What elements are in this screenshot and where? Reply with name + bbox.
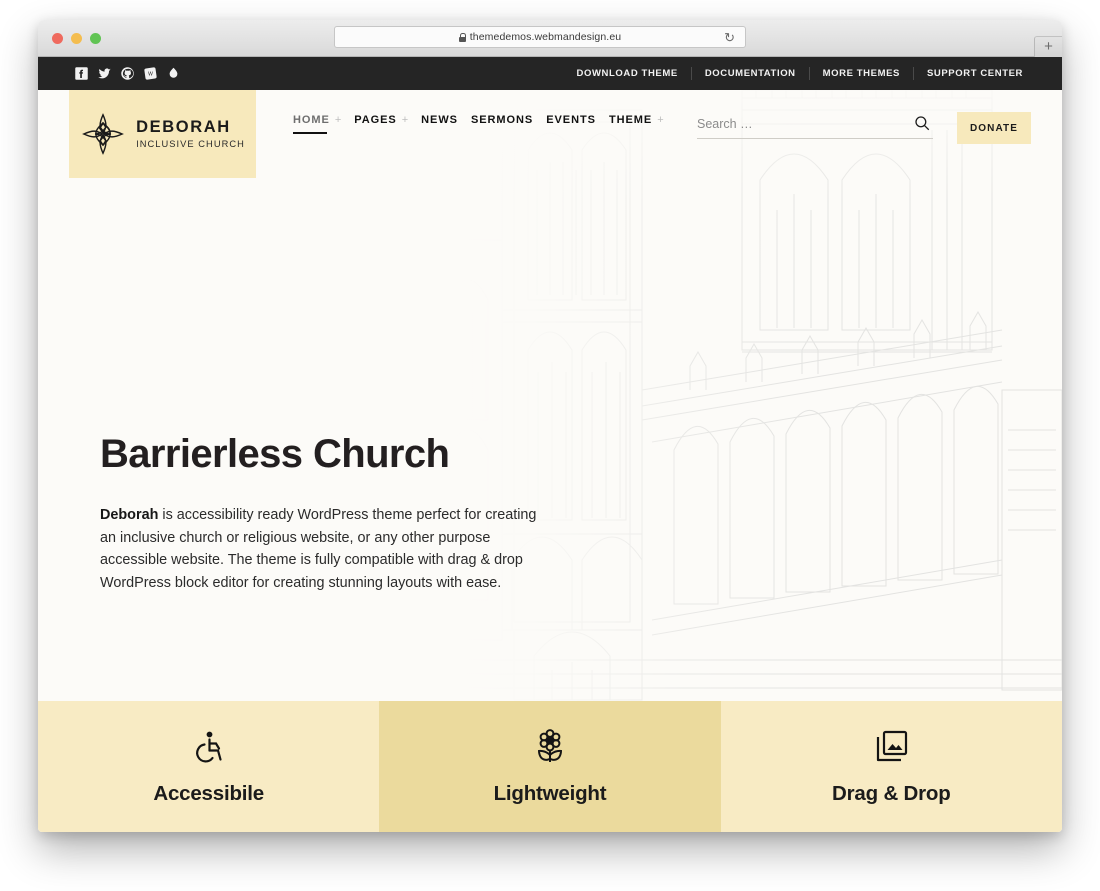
feature-label-accessibile: Accessibile	[153, 781, 264, 805]
reload-icon[interactable]: ↻	[724, 31, 735, 45]
page-title: Barrierless Church	[100, 432, 450, 476]
topbar-link-more-themes[interactable]: MORE THEMES	[808, 67, 913, 80]
nav-item-home[interactable]: HOME +	[293, 114, 341, 136]
nav-label-events: EVENTS	[546, 114, 596, 126]
hero-content: Barrierless Church Deborah is accessibil…	[38, 178, 1062, 594]
facebook-icon[interactable]	[74, 66, 89, 81]
nav-item-news[interactable]: NEWS	[421, 114, 458, 136]
feature-label-drag-and-drop: Drag & Drop	[832, 781, 951, 805]
nav-item-pages[interactable]: PAGES +	[354, 114, 408, 136]
logo-tagline: INCLUSIVE CHURCH	[136, 138, 245, 149]
nav-label-theme: THEME	[608, 114, 653, 126]
browser-window: themedemos.webmandesign.eu ↻ + W DOWNLOA…	[38, 20, 1062, 832]
hero-paragraph-bold: Deborah	[100, 507, 159, 523]
logo-text: DEBORAH INCLUSIVE CHURCH	[136, 119, 245, 149]
wheelchair-accessibility-icon	[190, 728, 228, 766]
wordpress-icon[interactable]: W	[143, 66, 158, 81]
chevron-plus-icon-home[interactable]: +	[335, 114, 341, 126]
topbar-link-download-theme[interactable]: DOWNLOAD THEME	[564, 67, 691, 80]
topbar-links: DOWNLOAD THEME DOCUMENTATION MORE THEMES…	[564, 67, 1036, 80]
feature-cards: Accessibile Lightweight Drag & Drop	[38, 701, 1062, 832]
site-header: DEBORAH INCLUSIVE CHURCH HOME + PAGES + …	[38, 90, 1062, 178]
social-links: W	[74, 66, 181, 81]
search-form	[697, 114, 933, 139]
feature-card-accessibile[interactable]: Accessibile	[38, 701, 380, 832]
chevron-plus-icon-theme[interactable]: +	[657, 114, 663, 126]
github-icon[interactable]	[120, 66, 135, 81]
browser-titlebar: themedemos.webmandesign.eu ↻ +	[38, 20, 1062, 57]
chevron-plus-icon-pages[interactable]: +	[402, 114, 408, 126]
nav-label-pages: PAGES	[354, 114, 397, 126]
topbar-link-documentation[interactable]: DOCUMENTATION	[690, 67, 809, 80]
nav-label-sermons: SERMONS	[470, 114, 534, 126]
topbar-link-support-center[interactable]: SUPPORT CENTER	[912, 67, 1036, 80]
nav-item-sermons[interactable]: SERMONS	[471, 114, 533, 136]
address-bar[interactable]: themedemos.webmandesign.eu ↻	[334, 26, 746, 48]
feature-label-lightweight: Lightweight	[493, 781, 607, 805]
site-topbar: W DOWNLOAD THEME DOCUMENTATION MORE THEM…	[38, 57, 1062, 90]
logo-name: DEBORAH	[136, 118, 231, 137]
droplet-icon[interactable]	[166, 66, 181, 81]
zoom-window-button[interactable]	[90, 33, 101, 44]
search-icon[interactable]	[913, 114, 931, 132]
hero-paragraph: Deborah is accessibility ready WordPress…	[100, 504, 552, 594]
feature-card-drag-and-drop[interactable]: Drag & Drop	[720, 701, 1062, 832]
header-right-group: DONATE	[697, 112, 1031, 144]
close-window-button[interactable]	[52, 33, 63, 44]
site-logo[interactable]: DEBORAH INCLUSIVE CHURCH	[69, 90, 256, 178]
address-bar-url: themedemos.webmandesign.eu	[469, 31, 622, 43]
donate-button[interactable]: DONATE	[957, 112, 1031, 144]
window-controls	[52, 33, 101, 44]
lock-icon	[458, 32, 467, 42]
nav-label-home: HOME	[293, 114, 330, 126]
feature-card-lightweight[interactable]: Lightweight	[379, 701, 721, 832]
minimize-window-button[interactable]	[71, 33, 82, 44]
search-input[interactable]	[697, 117, 897, 131]
page-body: DEBORAH INCLUSIVE CHURCH HOME + PAGES + …	[38, 90, 1062, 832]
nav-item-events[interactable]: EVENTS	[546, 114, 596, 136]
svg-text:W: W	[148, 71, 153, 77]
images-gallery-icon	[872, 728, 910, 766]
twitter-icon[interactable]	[97, 66, 112, 81]
hero-paragraph-rest: is accessibility ready WordPress theme p…	[100, 507, 537, 591]
main-navigation: HOME + PAGES + NEWS SERMONS EVENTS THEME	[293, 114, 664, 136]
flower-cross-logo-icon	[80, 111, 126, 157]
new-tab-button[interactable]: +	[1034, 36, 1062, 57]
flower-icon	[531, 728, 569, 766]
nav-label-news: NEWS	[421, 114, 458, 126]
nav-item-theme[interactable]: THEME +	[609, 114, 664, 136]
